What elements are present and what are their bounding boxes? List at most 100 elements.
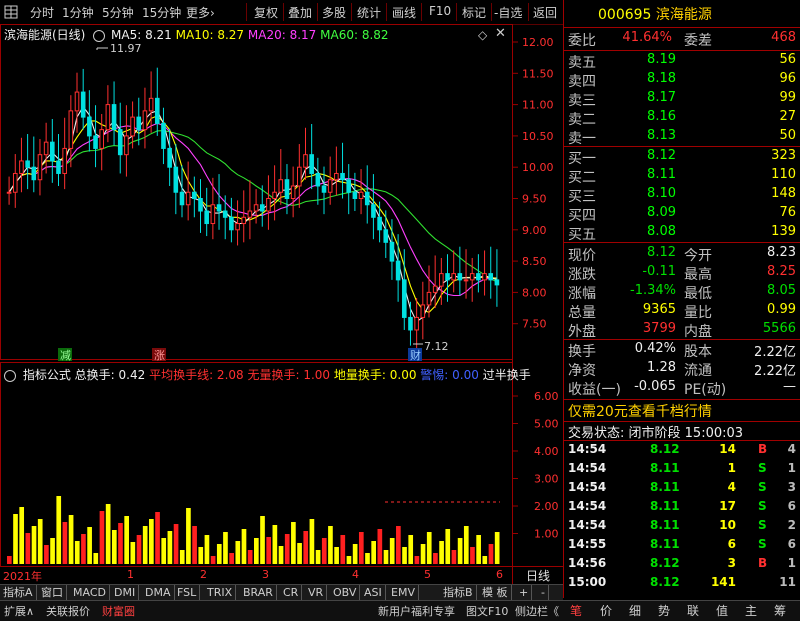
tab-add[interactable]: + (516, 585, 533, 601)
price-tick-label: 9.00 (522, 224, 547, 237)
month-label: 6 (496, 568, 503, 581)
new-user-welfare-link[interactable]: 新用户福利专享 (378, 603, 455, 619)
settings-icon[interactable] (4, 369, 16, 382)
promo-banner[interactable]: 仅需20元查看千档行情 (568, 401, 712, 421)
info-label: 流通 (684, 363, 712, 379)
candlesticks (6, 67, 500, 349)
order-book-row[interactable]: 买二 8.11 110 (568, 167, 798, 187)
price-tick-label: 11.50 (522, 67, 554, 80)
tick-row: 14:54 8.11 10 S 2 (568, 518, 798, 536)
toolbar-mark[interactable]: 标记 (462, 4, 486, 21)
tick-volume: 6 (727, 537, 736, 551)
tab-fsl[interactable]: FSL (174, 585, 201, 601)
toolbar-draw[interactable]: 画线 (392, 4, 416, 21)
tab-asi[interactable]: ASI (361, 585, 386, 601)
half-turnover: 过半换手 (482, 368, 531, 382)
tab-value[interactable]: 值 (716, 602, 728, 619)
order-book-row[interactable]: 卖四 8.18 96 (568, 71, 798, 91)
tab-trade[interactable]: 笔 (570, 602, 582, 619)
order-book-row[interactable]: 买一 8.12 323 (568, 148, 798, 168)
wealth-circle-button[interactable]: 财富圈 (102, 603, 135, 619)
tick-count: 6 (787, 537, 796, 551)
tab-cr[interactable]: CR (280, 585, 303, 601)
order-price: 8.11 (647, 167, 676, 182)
toolbar-watchlist[interactable]: -自选 (494, 4, 522, 21)
toolbar-more[interactable]: 更多› (186, 4, 215, 21)
tab-dmi[interactable]: DMI (111, 585, 140, 601)
indicator-name[interactable]: 指标公式 (23, 368, 71, 382)
price-tick-label: 8.00 (522, 286, 547, 299)
grid-icon[interactable] (4, 5, 18, 19)
ma20-value: MA20: 8.17 (247, 28, 317, 42)
stat-label: 涨跌 (568, 267, 596, 283)
ma60-value: MA60: 8.82 (320, 28, 389, 42)
toolbar-back[interactable]: 返回 (533, 4, 557, 21)
diamond-icon[interactable]: ◇ (478, 28, 487, 42)
month-label: 1 (127, 568, 134, 581)
tab-link[interactable]: 联 (687, 602, 699, 619)
order-book-row[interactable]: 买五 8.08 139 (568, 224, 798, 244)
stat-value: 0.99 (767, 302, 796, 317)
order-price: 8.13 (647, 128, 676, 143)
close-icon[interactable]: ✕ (495, 26, 506, 41)
tab-main[interactable]: 主 (745, 602, 757, 619)
indicator-tick-label: 1.00 (534, 528, 559, 541)
order-book-row[interactable]: 卖五 8.19 56 (568, 52, 798, 72)
tab-indicator-a[interactable]: 指标A (0, 585, 37, 601)
trade-state-text: 交易状态: 闭市阶段 (568, 426, 681, 441)
tab-trix[interactable]: TRIX (204, 585, 237, 601)
graphic-f10-button[interactable]: 图文F10 (466, 603, 508, 619)
high-price-label: 11.97 (110, 42, 142, 55)
sidebar-toggle-button[interactable]: 侧边栏《 (515, 603, 559, 619)
indicator-tick-label: 6.00 (534, 390, 559, 403)
indicator-tick-label: 5.00 (534, 418, 559, 431)
expand-button[interactable]: 扩展∧ (4, 603, 34, 619)
order-volume: 27 (779, 109, 796, 124)
order-price: 8.16 (647, 109, 676, 124)
tab-window[interactable]: 窗口 (38, 585, 67, 601)
order-book-row[interactable]: 卖三 8.17 99 (568, 90, 798, 110)
tab-trend[interactable]: 势 (658, 602, 670, 619)
settings-icon[interactable] (93, 29, 106, 42)
order-volume: 139 (771, 224, 796, 239)
tick-count: 6 (787, 499, 796, 513)
toolbar-adjust[interactable]: 复权 (254, 4, 278, 21)
toolbar-overlay[interactable]: 叠加 (288, 4, 312, 21)
tab-indicator-b[interactable]: 指标B (440, 585, 477, 601)
tab-obv[interactable]: OBV (330, 585, 361, 601)
toolbar-f10[interactable]: F10 (429, 4, 451, 18)
tab-remove[interactable]: - (538, 585, 549, 601)
order-level-label: 买一 (568, 151, 596, 167)
period-label[interactable]: 日线 (526, 567, 550, 584)
order-book-row[interactable]: 卖二 8.16 27 (568, 109, 798, 129)
tab-vr[interactable]: VR (305, 585, 328, 601)
tab-template[interactable]: 模 板 (479, 585, 512, 601)
tick-time: 14:56 (568, 556, 607, 570)
tab-emv[interactable]: EMV (388, 585, 419, 601)
price-tick-label: 9.50 (522, 193, 547, 206)
stat-value: 9365 (642, 302, 676, 317)
tick-row: 14:56 8.12 3 B 1 (568, 556, 798, 574)
toolbar-multi[interactable]: 多股 (322, 4, 346, 21)
tab-dma[interactable]: DMA (142, 585, 175, 601)
order-book-row[interactable]: 买三 8.10 148 (568, 186, 798, 206)
warn-turnover: 警惕: 0.00 (420, 368, 479, 382)
tab-macd[interactable]: MACD (70, 585, 110, 601)
toolbar-intraday[interactable]: 分时 (30, 4, 54, 21)
toolbar-15min[interactable]: 15分钟 (142, 4, 181, 21)
tab-price[interactable]: 价 (600, 602, 612, 619)
order-book-row[interactable]: 卖一 8.13 50 (568, 128, 798, 148)
tick-direction: S (758, 499, 767, 513)
order-book-row[interactable]: 买四 8.09 76 (568, 205, 798, 225)
toolbar-stats[interactable]: 统计 (357, 4, 381, 21)
related-quote-button[interactable]: 关联报价 (46, 603, 90, 619)
tab-brar[interactable]: BRAR (240, 585, 277, 601)
tick-price: 8.12 (650, 575, 680, 589)
kline-chart[interactable]: 12.0011.5011.0010.5010.009.509.008.508.0… (0, 24, 563, 584)
tab-chips[interactable]: 筹 (774, 602, 786, 619)
tab-detail[interactable]: 细 (629, 602, 641, 619)
toolbar-1min[interactable]: 1分钟 (62, 4, 94, 21)
toolbar-5min[interactable]: 5分钟 (102, 4, 134, 21)
rise-marker-text: 涨 (154, 349, 165, 362)
order-volume: 148 (771, 186, 796, 201)
